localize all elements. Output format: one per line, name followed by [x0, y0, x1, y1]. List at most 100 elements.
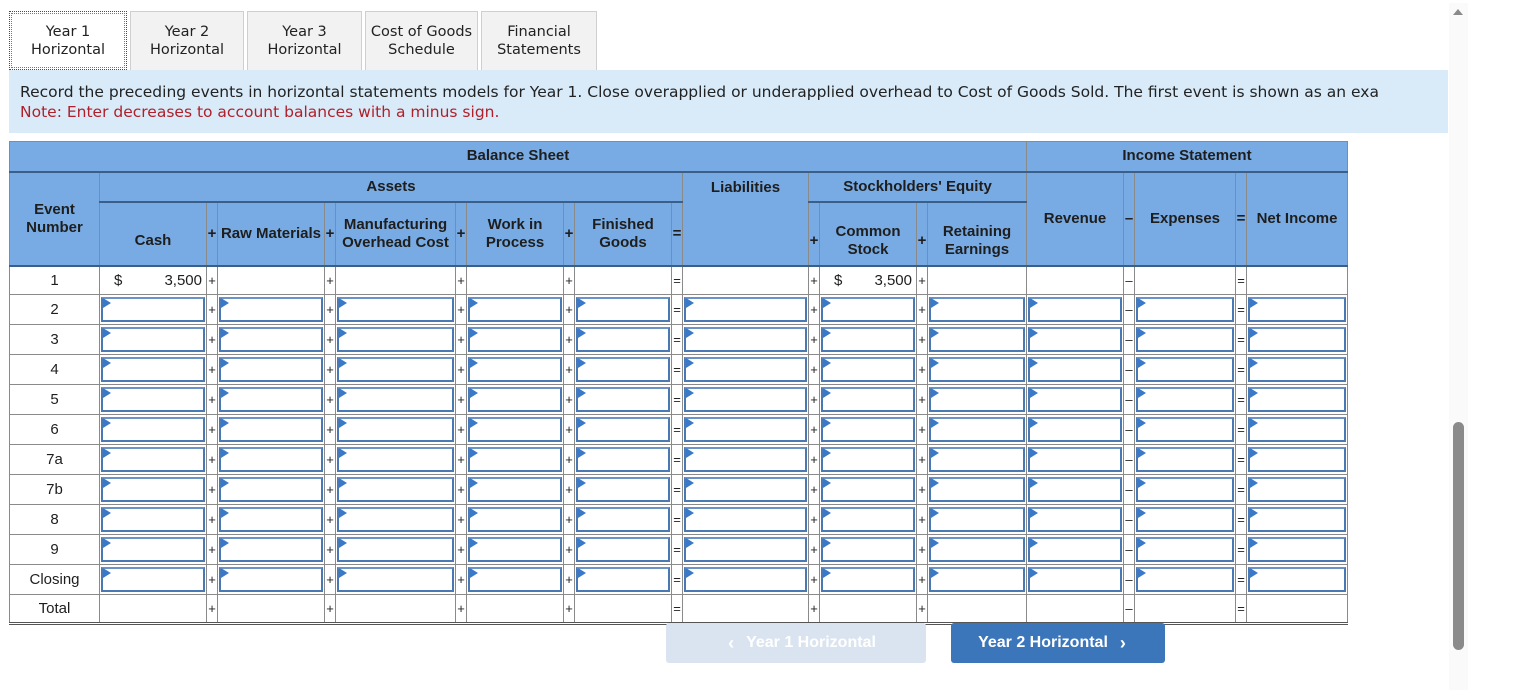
- work-in-process-input[interactable]: [468, 356, 562, 382]
- mfg-overhead-input[interactable]: [337, 356, 454, 382]
- raw-materials-input[interactable]: [219, 326, 323, 352]
- raw-materials-input[interactable]: [219, 446, 323, 472]
- finished-goods-input[interactable]: [576, 536, 670, 562]
- raw-materials-input[interactable]: [219, 356, 323, 382]
- finished-goods-input[interactable]: [576, 296, 670, 322]
- revenue-input[interactable]: [1028, 296, 1122, 322]
- expenses-input[interactable]: [1136, 446, 1234, 472]
- raw-materials-input[interactable]: [219, 506, 323, 532]
- finished-goods-input[interactable]: [576, 386, 670, 412]
- revenue-input[interactable]: [1028, 386, 1122, 412]
- raw-materials-input[interactable]: [219, 476, 323, 502]
- work-in-process-input[interactable]: [468, 446, 562, 472]
- expenses-input[interactable]: [1136, 566, 1234, 592]
- cash-input[interactable]: [101, 536, 205, 562]
- common-stock-input[interactable]: [821, 326, 915, 352]
- revenue-input[interactable]: [1028, 506, 1122, 532]
- cash-input[interactable]: [101, 506, 205, 532]
- revenue-input[interactable]: [1028, 566, 1122, 592]
- retaining-earnings-input[interactable]: [929, 416, 1025, 442]
- raw-materials-input[interactable]: [219, 416, 323, 442]
- cash-input[interactable]: [101, 446, 205, 472]
- work-in-process-input[interactable]: [468, 506, 562, 532]
- tab-year-2-horizontal[interactable]: Year 2 Horizontal: [130, 11, 244, 70]
- expenses-input[interactable]: [1136, 476, 1234, 502]
- mfg-overhead-input[interactable]: [337, 506, 454, 532]
- retaining-earnings-input[interactable]: [929, 296, 1025, 322]
- common-stock-input[interactable]: [821, 386, 915, 412]
- cash-input[interactable]: [101, 326, 205, 352]
- expenses-input[interactable]: [1136, 506, 1234, 532]
- net-income-input[interactable]: [1248, 536, 1346, 562]
- finished-goods-input[interactable]: [576, 416, 670, 442]
- revenue-input[interactable]: [1028, 416, 1122, 442]
- finished-goods-input[interactable]: [576, 566, 670, 592]
- common-stock-input[interactable]: [821, 356, 915, 382]
- work-in-process-input[interactable]: [468, 416, 562, 442]
- raw-materials-input[interactable]: [219, 386, 323, 412]
- expenses-input[interactable]: [1136, 416, 1234, 442]
- retaining-earnings-input[interactable]: [929, 386, 1025, 412]
- mfg-overhead-input[interactable]: [337, 296, 454, 322]
- net-income-input[interactable]: [1248, 506, 1346, 532]
- cash-input[interactable]: [101, 356, 205, 382]
- raw-materials-input[interactable]: [219, 566, 323, 592]
- retaining-earnings-input[interactable]: [929, 446, 1025, 472]
- mfg-overhead-input[interactable]: [337, 416, 454, 442]
- finished-goods-input[interactable]: [576, 446, 670, 472]
- retaining-earnings-input[interactable]: [929, 566, 1025, 592]
- mfg-overhead-input[interactable]: [337, 386, 454, 412]
- common-stock-input[interactable]: [821, 566, 915, 592]
- liabilities-input[interactable]: [684, 506, 807, 532]
- retaining-earnings-input[interactable]: [929, 356, 1025, 382]
- finished-goods-input[interactable]: [576, 326, 670, 352]
- cash-input[interactable]: [101, 416, 205, 442]
- expenses-input[interactable]: [1136, 326, 1234, 352]
- net-income-input[interactable]: [1248, 566, 1346, 592]
- cash-input[interactable]: [101, 386, 205, 412]
- expenses-input[interactable]: [1136, 296, 1234, 322]
- raw-materials-input[interactable]: [219, 536, 323, 562]
- work-in-process-input[interactable]: [468, 536, 562, 562]
- liabilities-input[interactable]: [684, 356, 807, 382]
- mfg-overhead-input[interactable]: [337, 326, 454, 352]
- work-in-process-input[interactable]: [468, 476, 562, 502]
- net-income-input[interactable]: [1248, 476, 1346, 502]
- cash-input[interactable]: [101, 566, 205, 592]
- revenue-input[interactable]: [1028, 476, 1122, 502]
- net-income-input[interactable]: [1248, 356, 1346, 382]
- finished-goods-input[interactable]: [576, 476, 670, 502]
- finished-goods-input[interactable]: [576, 356, 670, 382]
- liabilities-input[interactable]: [684, 566, 807, 592]
- mfg-overhead-input[interactable]: [337, 536, 454, 562]
- next-year-2-horizontal-button[interactable]: Year 2 Horizontal ›: [951, 623, 1165, 663]
- tab-financial-statements[interactable]: Financial Statements: [481, 11, 597, 70]
- vertical-scrollbar[interactable]: [1449, 3, 1468, 690]
- expenses-input[interactable]: [1136, 356, 1234, 382]
- common-stock-input[interactable]: [821, 506, 915, 532]
- scroll-up-arrow-icon[interactable]: [1453, 9, 1463, 15]
- work-in-process-input[interactable]: [468, 566, 562, 592]
- liabilities-input[interactable]: [684, 416, 807, 442]
- liabilities-input[interactable]: [684, 476, 807, 502]
- common-stock-input[interactable]: [821, 446, 915, 472]
- common-stock-input[interactable]: [821, 416, 915, 442]
- cash-input[interactable]: [101, 476, 205, 502]
- scrollbar-thumb[interactable]: [1453, 422, 1464, 650]
- mfg-overhead-input[interactable]: [337, 476, 454, 502]
- work-in-process-input[interactable]: [468, 326, 562, 352]
- revenue-input[interactable]: [1028, 356, 1122, 382]
- liabilities-input[interactable]: [684, 326, 807, 352]
- tab-cost-of-goods-schedule[interactable]: Cost of Goods Schedule: [365, 11, 478, 70]
- liabilities-input[interactable]: [684, 386, 807, 412]
- common-stock-input[interactable]: [821, 296, 915, 322]
- expenses-input[interactable]: [1136, 386, 1234, 412]
- revenue-input[interactable]: [1028, 326, 1122, 352]
- retaining-earnings-input[interactable]: [929, 326, 1025, 352]
- net-income-input[interactable]: [1248, 296, 1346, 322]
- liabilities-input[interactable]: [684, 536, 807, 562]
- liabilities-input[interactable]: [684, 446, 807, 472]
- net-income-input[interactable]: [1248, 386, 1346, 412]
- raw-materials-input[interactable]: [219, 296, 323, 322]
- retaining-earnings-input[interactable]: [929, 536, 1025, 562]
